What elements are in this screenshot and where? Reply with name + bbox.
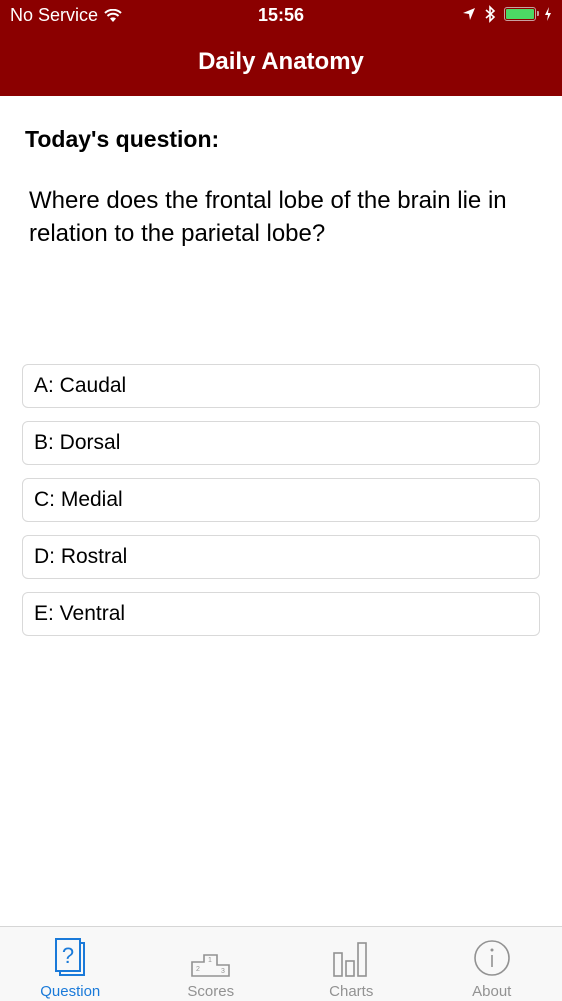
answer-option-b[interactable]: B: Dorsal <box>22 421 540 465</box>
answer-option-a[interactable]: A: Caudal <box>22 364 540 408</box>
svg-text:3: 3 <box>221 968 225 975</box>
question-label: Today's question: <box>25 126 219 153</box>
location-arrow-icon <box>462 7 476 21</box>
svg-text:1: 1 <box>208 957 212 964</box>
answer-list: A: Caudal B: Dorsal C: Medial D: Rostral… <box>22 364 540 649</box>
tab-about-label: About <box>472 983 511 1000</box>
info-icon <box>473 939 511 977</box>
page-title: Daily Anatomy <box>0 48 562 76</box>
question-card-icon: ? <box>54 937 86 977</box>
answer-option-e[interactable]: E: Ventral <box>22 592 540 636</box>
tab-about[interactable]: About <box>422 927 562 1001</box>
tab-question[interactable]: ? Question <box>0 927 141 1001</box>
tab-charts-label: Charts <box>329 983 373 1000</box>
tab-charts[interactable]: Charts <box>281 927 422 1001</box>
tab-scores[interactable]: 1 2 3 Scores <box>141 927 282 1001</box>
status-icons <box>462 5 552 23</box>
tab-question-label: Question <box>40 983 100 1000</box>
app-header: No Service 15:56 Daily Anatomy <box>0 0 562 96</box>
tab-scores-label: Scores <box>187 983 234 1000</box>
podium-icon: 1 2 3 <box>191 953 231 977</box>
bar-chart-icon <box>333 941 369 977</box>
answer-option-c[interactable]: C: Medial <box>22 478 540 522</box>
svg-text:?: ? <box>62 943 74 968</box>
answer-option-d[interactable]: D: Rostral <box>22 535 540 579</box>
bluetooth-icon <box>484 5 496 23</box>
status-bar: No Service 15:56 <box>0 0 562 32</box>
tab-bar: ? Question 1 2 3 Scores Charts <box>0 926 562 1001</box>
charging-bolt-icon <box>544 7 552 21</box>
question-text: Where does the frontal lobe of the brain… <box>29 184 539 250</box>
battery-icon <box>504 7 536 21</box>
svg-text:2: 2 <box>196 966 200 973</box>
